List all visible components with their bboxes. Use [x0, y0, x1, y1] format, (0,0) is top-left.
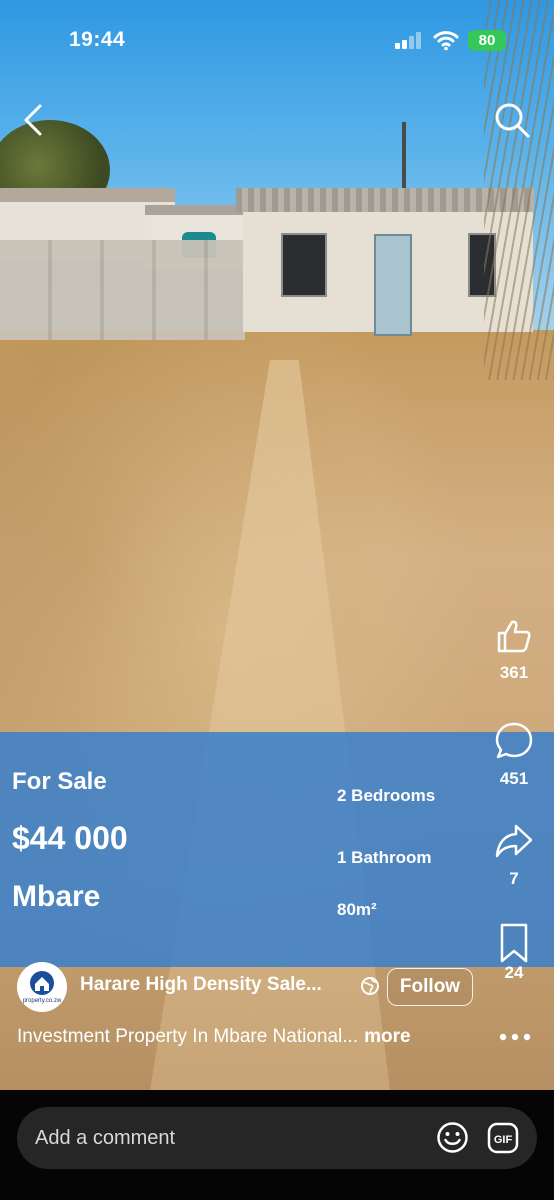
thumbs-up-icon — [497, 620, 531, 653]
listing-price: $44 000 — [12, 820, 128, 856]
listing-bedrooms: 2 Bedrooms — [337, 786, 436, 805]
battery-indicator: 80 — [468, 30, 506, 51]
gif-icon[interactable]: GIF — [487, 1122, 519, 1154]
comment-placeholder[interactable]: Add a comment — [35, 1127, 175, 1150]
save-count: 24 — [504, 963, 524, 982]
svg-text:GIF: GIF — [494, 1134, 513, 1146]
post-caption: Investment Property In Mbare National...… — [17, 1026, 411, 1048]
back-icon[interactable] — [18, 102, 48, 138]
listing-overlay: For Sale $44 000 Mbare 2 Bedrooms 1 Bath… — [0, 732, 554, 967]
listing-status: For Sale — [12, 768, 107, 795]
author-avatar[interactable]: property.co.zw — [17, 962, 67, 1012]
search-icon[interactable] — [492, 100, 532, 140]
photo-window — [281, 233, 327, 297]
photo-wall — [0, 240, 245, 340]
author-name[interactable]: Harare High Density Sale... — [80, 974, 322, 996]
status-time: 19:44 — [69, 28, 126, 51]
more-icon[interactable] — [497, 1026, 533, 1048]
caption-text: Investment Property In Mbare National... — [17, 1026, 359, 1047]
like-button[interactable]: 361 — [490, 616, 538, 683]
avatar-text: property.co.zw — [22, 998, 62, 1004]
share-button[interactable]: 7 — [490, 820, 538, 889]
share-icon — [495, 824, 533, 858]
cellular-signal-icon — [395, 31, 423, 49]
photo-door — [374, 234, 412, 336]
caption-more-link[interactable]: more — [364, 1026, 410, 1047]
photo-reeds — [484, 0, 554, 380]
share-count: 7 — [509, 869, 519, 888]
globe-icon — [361, 977, 379, 995]
emoji-icon[interactable] — [436, 1121, 469, 1154]
photo-pole — [402, 122, 406, 192]
comment-icon — [495, 722, 533, 759]
comment-count: 451 — [499, 769, 529, 788]
house-logo-icon — [30, 971, 54, 995]
like-count: 361 — [499, 663, 529, 682]
listing-size: 80m² — [337, 900, 377, 919]
save-button[interactable]: 24 — [490, 922, 538, 983]
comment-button[interactable]: 451 — [490, 720, 538, 789]
bookmark-icon — [500, 923, 528, 963]
listing-location: Mbare — [12, 880, 101, 913]
follow-button[interactable]: Follow — [387, 968, 473, 1006]
listing-bathrooms: 1 Bathroom — [337, 848, 432, 867]
wifi-icon — [433, 31, 459, 51]
